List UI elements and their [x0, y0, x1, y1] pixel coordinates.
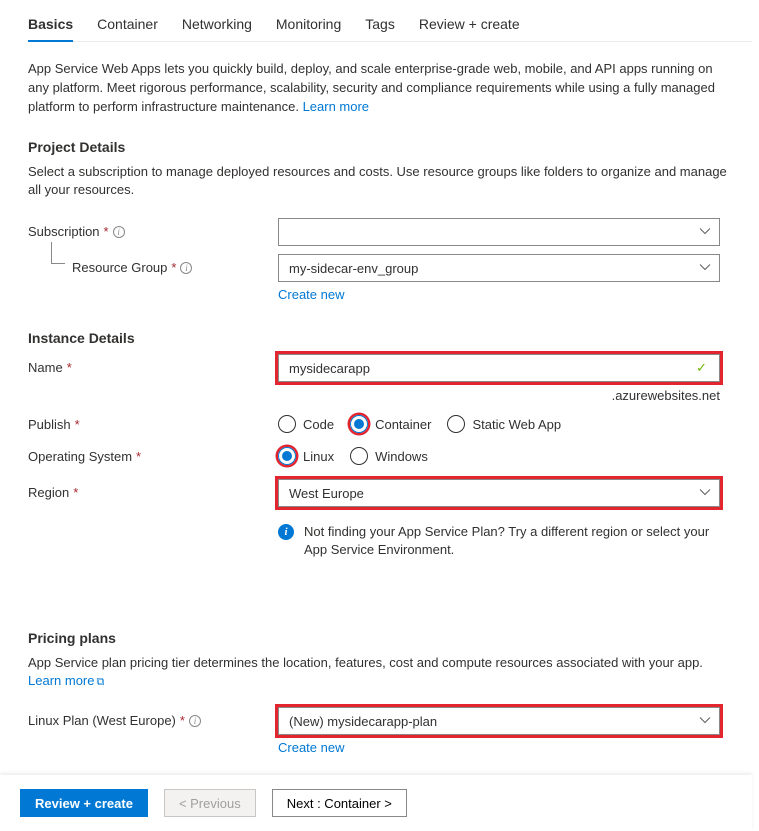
tree-connector-icon [51, 242, 65, 264]
create-new-rg-link[interactable]: Create new [278, 282, 344, 312]
info-icon[interactable]: i [180, 262, 192, 274]
region-label: Region * [28, 479, 278, 500]
tab-networking[interactable]: Networking [182, 10, 252, 41]
instance-details-heading: Instance Details [28, 330, 752, 346]
pricing-plans-heading: Pricing plans [28, 630, 752, 646]
intro-body: App Service Web Apps lets you quickly bu… [28, 61, 715, 114]
wizard-tabs: Basics Container Networking Monitoring T… [28, 0, 752, 42]
chevron-down-icon [699, 225, 711, 240]
linux-plan-value: (New) mysidecarapp-plan [289, 714, 437, 729]
chevron-down-icon [699, 261, 711, 276]
linux-plan-label: Linux Plan (West Europe) * i [28, 707, 278, 728]
publish-option-static[interactable]: Static Web App [447, 415, 561, 433]
project-details-desc: Select a subscription to manage deployed… [28, 163, 728, 201]
subscription-select[interactable] [278, 218, 720, 246]
wizard-footer: Review + create < Previous Next : Contai… [0, 775, 752, 831]
next-button[interactable]: Next : Container > [272, 789, 407, 817]
region-value: West Europe [289, 486, 364, 501]
region-select[interactable]: West Europe [278, 479, 720, 507]
chevron-down-icon [699, 714, 711, 729]
resource-group-select[interactable]: my-sidecar-env_group [278, 254, 720, 282]
project-details-heading: Project Details [28, 139, 752, 155]
region-info-banner: i Not finding your App Service Plan? Try… [278, 515, 720, 559]
name-input[interactable]: mysidecarapp ✓ [278, 354, 720, 382]
intro-text: App Service Web Apps lets you quickly bu… [28, 60, 728, 117]
publish-option-code[interactable]: Code [278, 415, 334, 433]
tab-tags[interactable]: Tags [365, 10, 395, 41]
review-create-button[interactable]: Review + create [20, 789, 148, 817]
resource-group-value: my-sidecar-env_group [289, 261, 418, 276]
os-label: Operating System * [28, 443, 278, 464]
resource-group-label: Resource Group * i [28, 254, 278, 275]
checkmark-icon: ✓ [696, 360, 707, 376]
subscription-label: Subscription * i [28, 218, 278, 239]
tab-review-create[interactable]: Review + create [419, 10, 520, 41]
os-option-linux[interactable]: Linux [278, 447, 334, 465]
external-link-icon: ⧉ [96, 676, 104, 688]
info-filled-icon: i [278, 524, 294, 540]
linux-plan-select[interactable]: (New) mysidecarapp-plan [278, 707, 720, 735]
tab-container[interactable]: Container [97, 10, 158, 41]
tab-monitoring[interactable]: Monitoring [276, 10, 341, 41]
os-option-windows[interactable]: Windows [350, 447, 428, 465]
info-icon[interactable]: i [113, 226, 125, 238]
pricing-learn-more-link[interactable]: Learn more⧉ [28, 673, 104, 688]
name-value: mysidecarapp [289, 361, 370, 376]
name-label: Name * [28, 354, 278, 375]
domain-suffix: .azurewebsites.net [278, 388, 720, 403]
publish-option-container[interactable]: Container [350, 415, 431, 433]
publish-label: Publish * [28, 411, 278, 432]
region-info-text: Not finding your App Service Plan? Try a… [304, 523, 720, 559]
previous-button: < Previous [164, 789, 256, 817]
pricing-desc: App Service plan pricing tier determines… [28, 654, 728, 692]
chevron-down-icon [699, 486, 711, 501]
info-icon[interactable]: i [189, 715, 201, 727]
create-new-plan-link[interactable]: Create new [278, 735, 344, 765]
tab-basics[interactable]: Basics [28, 10, 73, 42]
intro-learn-more-link[interactable]: Learn more [303, 99, 369, 114]
